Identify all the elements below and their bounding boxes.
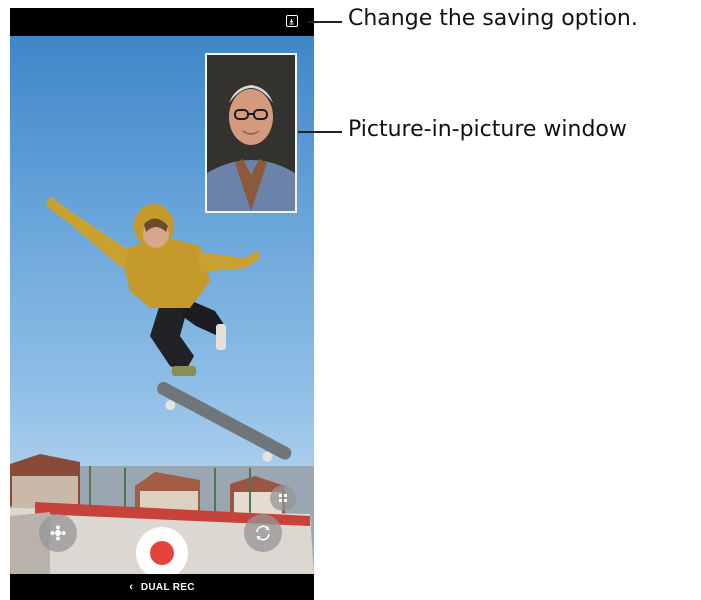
top-status-bar	[10, 8, 314, 36]
camera-viewfinder[interactable]	[10, 36, 314, 574]
switch-camera-icon	[256, 525, 270, 541]
callout-line-saving	[308, 21, 342, 23]
chevron-left-icon[interactable]: ‹	[129, 581, 133, 593]
mode-bar: ‹ DUAL REC	[10, 574, 314, 600]
camera-mode-label[interactable]: DUAL REC	[141, 582, 195, 593]
picture-in-picture-window[interactable]	[205, 53, 297, 213]
callout-line-pip	[298, 131, 342, 133]
switch-camera-button[interactable]	[244, 514, 282, 552]
callout-saving-option: Change the saving option.	[348, 6, 638, 31]
record-icon	[150, 541, 174, 565]
record-button[interactable]	[136, 527, 188, 574]
phone-screen: ‹ DUAL REC	[10, 8, 314, 600]
pip-portrait	[207, 55, 295, 211]
callout-pip-window: Picture-in-picture window	[348, 117, 627, 142]
pip-layout-icon	[279, 494, 287, 502]
filter-effects-icon	[50, 525, 66, 541]
effects-button[interactable]	[39, 514, 77, 552]
save-option-icon[interactable]	[286, 15, 298, 27]
pip-layout-button[interactable]	[270, 485, 296, 511]
